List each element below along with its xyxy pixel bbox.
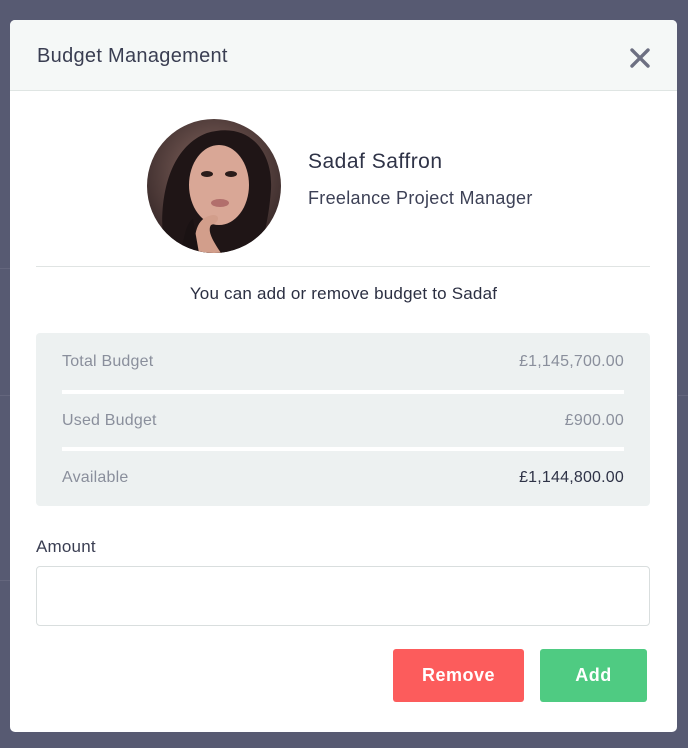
profile: Sadaf Saffron Freelance Project Manager bbox=[147, 119, 533, 253]
divider bbox=[36, 266, 650, 267]
budget-value: £1,144,800.00 bbox=[519, 468, 624, 486]
budget-summary: Total Budget £1,145,700.00 Used Budget £… bbox=[36, 333, 650, 506]
add-button[interactable]: Add bbox=[540, 649, 647, 702]
background-divider bbox=[0, 395, 10, 396]
close-icon[interactable] bbox=[629, 47, 651, 69]
budget-row-total: Total Budget £1,145,700.00 bbox=[62, 333, 624, 390]
profile-role: Freelance Project Manager bbox=[308, 187, 533, 208]
profile-text: Sadaf Saffron Freelance Project Manager bbox=[308, 150, 533, 209]
background-divider bbox=[0, 580, 10, 581]
notice-text: You can add or remove budget to Sadaf bbox=[189, 284, 498, 303]
budget-label: Available bbox=[62, 468, 129, 486]
background-divider bbox=[678, 395, 688, 396]
budget-row-used: Used Budget £900.00 bbox=[62, 390, 624, 447]
background-divider bbox=[0, 268, 10, 269]
profile-name: Sadaf Saffron bbox=[308, 149, 443, 173]
budget-label: Total Budget bbox=[62, 352, 154, 370]
budget-row-available: Available £1,144,800.00 bbox=[62, 447, 624, 504]
budget-modal: Budget Management Sadaf Saffron Freelanc… bbox=[10, 20, 677, 732]
amount-input[interactable] bbox=[36, 566, 650, 626]
budget-label: Used Budget bbox=[62, 411, 157, 429]
modal-header: Budget Management bbox=[10, 20, 677, 91]
remove-button[interactable]: Remove bbox=[393, 649, 524, 702]
budget-value: £1,145,700.00 bbox=[519, 352, 624, 370]
avatar bbox=[147, 119, 281, 253]
amount-label: Amount bbox=[36, 537, 96, 556]
budget-value: £900.00 bbox=[564, 411, 624, 429]
modal-title: Budget Management bbox=[37, 45, 228, 67]
